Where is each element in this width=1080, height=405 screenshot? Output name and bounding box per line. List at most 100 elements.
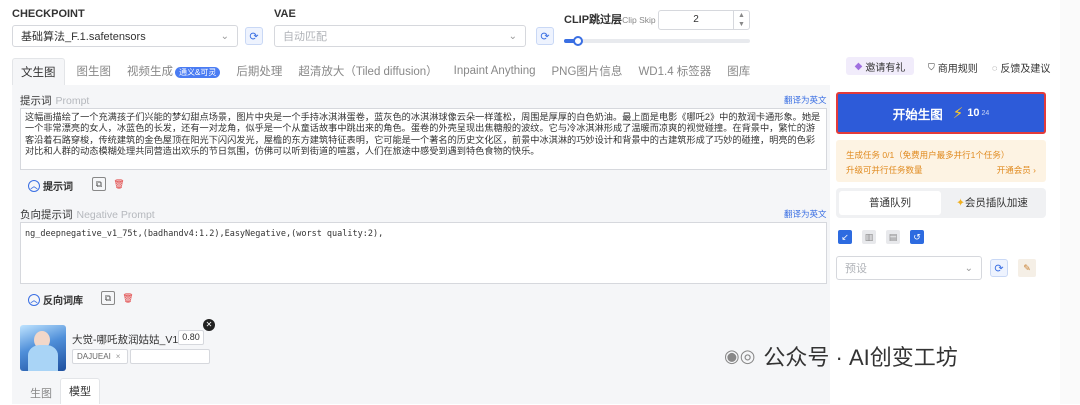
copy-icon[interactable]: ⧉ xyxy=(92,177,106,191)
tab-postprocess[interactable]: 后期处理 xyxy=(236,63,282,79)
clip-label: CLIP跳过层Clip Skip xyxy=(564,11,656,27)
clip-skip-stepper[interactable]: 2 ▲ ▼ xyxy=(658,10,750,30)
preset-refresh-button[interactable]: ⟳ xyxy=(990,259,1008,277)
preset-select[interactable]: 预设 ⌄ xyxy=(836,256,982,280)
feedback-label: 反馈及建议 xyxy=(1000,64,1051,75)
lora-name: 大觉-哪吒敖润姑姑_V1 xyxy=(72,334,179,346)
task-status-text: 生成任务 0/1（免费用户最多并行1个任务） xyxy=(846,150,1010,160)
clip-label-sub: Clip Skip xyxy=(622,15,656,25)
tab-upscale[interactable]: 超清放大（Tiled diffusion） xyxy=(298,63,437,79)
tab-inpaint[interactable]: Inpaint Anything xyxy=(454,65,536,77)
trash-icon[interactable]: 🗑 xyxy=(121,291,135,305)
clipboard-icon[interactable]: ▤ xyxy=(886,230,900,244)
lora-tag-input[interactable] xyxy=(130,349,210,364)
vae-placeholder: 自动匹配 xyxy=(283,31,327,43)
checkpoint-refresh-button[interactable]: ⟳ xyxy=(245,27,263,45)
prompt-textarea[interactable]: 这幅画描绘了一个充满孩子们兴能的梦幻甜点场景，图片中央是一个手持冰淇淋蛋卷，蓝灰… xyxy=(20,108,827,170)
chevron-down-icon: ⌄ xyxy=(964,262,973,274)
task-upgrade-text: 升级可并行任务数量 xyxy=(846,165,923,175)
stepper-arrows[interactable]: ▲ ▼ xyxy=(733,11,749,29)
vae-label: VAE xyxy=(274,8,296,20)
negative-title-sub: Negative Prompt xyxy=(76,209,155,221)
clip-slider-handle[interactable] xyxy=(573,36,584,46)
wechat-icon: ◉◎ xyxy=(724,345,756,366)
prompt-title-sub: Prompt xyxy=(55,95,90,107)
refresh-icon: ⟳ xyxy=(540,30,550,43)
negative-library-label: 反向词库 xyxy=(43,296,83,307)
trash-icon[interactable]: 🗑 xyxy=(112,177,126,191)
chevron-down-icon: ⌄ xyxy=(220,30,229,42)
prompt-library-button[interactable]: ︿ 提示词 xyxy=(28,178,73,193)
chevron-down-icon: ⌄ xyxy=(508,30,517,42)
queue-vip-label: 会员插队加速 xyxy=(964,197,1028,209)
prompt-title-text: 提示词 xyxy=(20,95,52,107)
tab-wd14[interactable]: WD1.4 标签器 xyxy=(638,63,711,79)
tab-video-badge: 通义&可灵 xyxy=(175,67,221,78)
feedback-link[interactable]: ◌ 反馈及建议 xyxy=(992,60,1051,76)
generate-cost: 10 xyxy=(967,107,980,119)
generate-cost-sub: 24 xyxy=(981,109,990,117)
shield-icon: ⛉ xyxy=(928,62,935,72)
lora-tag-text: DAJUEAI xyxy=(77,352,111,361)
vae-select[interactable]: 自动匹配 ⌄ xyxy=(274,25,526,47)
clip-skip-value: 2 xyxy=(693,14,699,25)
lightning-icon: ⚡ xyxy=(952,105,964,122)
bottom-tab-generate[interactable]: 生图 xyxy=(30,385,52,401)
prompt-title: 提示词 Prompt xyxy=(20,93,89,108)
tab-png-info[interactable]: PNG图片信息 xyxy=(552,63,623,79)
prompt-translate-link[interactable]: 翻译为英文 xyxy=(784,94,827,106)
tab-txt2img[interactable]: 文生图 xyxy=(12,57,65,85)
arrow-left-icon[interactable]: ↙ xyxy=(838,230,852,244)
clip-skip-slider[interactable] xyxy=(564,36,750,46)
crown-icon: ✦ xyxy=(956,197,965,209)
queue-normal-option[interactable]: 普通队列 xyxy=(839,191,941,215)
chevron-up-icon: ︿ xyxy=(28,179,40,192)
tab-video[interactable]: 视频生成 通义&可灵 xyxy=(127,63,221,79)
figure-body xyxy=(28,345,58,371)
edit-icon[interactable]: ✎ xyxy=(1018,259,1036,277)
scrollbar-track[interactable] xyxy=(1060,0,1080,404)
refresh-icon: ⟳ xyxy=(249,30,259,43)
rules-label: 商用规则 xyxy=(937,64,978,75)
invite-label: 邀请有礼 xyxy=(865,62,906,74)
watermark-text: 公众号 · AI创变工坊 xyxy=(763,345,958,370)
negative-translate-link[interactable]: 翻译为英文 xyxy=(784,208,827,220)
queue-toggle: 普通队列 ✦会员插队加速 xyxy=(836,188,1046,218)
queue-vip-option[interactable]: ✦会员插队加速 xyxy=(941,191,1043,215)
refresh-icon: ⟳ xyxy=(994,262,1004,275)
generate-label: 开始生图 xyxy=(892,107,943,122)
chevron-up-icon: ︿ xyxy=(28,293,40,306)
task-info-panel: 生成任务 0/1（免费用户最多并行1个任务） 升级可并行任务数量 开通会员 › xyxy=(836,140,1046,182)
tab-img2img[interactable]: 图生图 xyxy=(77,63,112,79)
main-tabs: 文生图 图生图 视频生成 通义&可灵 后期处理 超清放大（Tiled diffus… xyxy=(12,57,812,85)
negative-library-button[interactable]: ︿ 反向词库 xyxy=(28,292,83,307)
remove-lora-icon[interactable]: ✕ xyxy=(203,319,215,331)
negative-title-text: 负向提示词 xyxy=(20,209,73,221)
checkpoint-label: CHECKPOINT xyxy=(12,8,85,20)
lora-thumbnail[interactable] xyxy=(20,325,66,371)
close-icon[interactable]: × xyxy=(116,352,121,361)
copy-icon[interactable]: ⧉ xyxy=(101,291,115,305)
invite-button[interactable]: ◆ 邀请有礼 xyxy=(846,57,914,75)
preset-placeholder: 预设 xyxy=(845,263,867,275)
negative-title: 负向提示词 Negative Prompt xyxy=(20,207,155,222)
watermark: ◉◎ 公众号 · AI创变工坊 xyxy=(724,340,958,372)
gift-icon: ◆ xyxy=(854,60,863,72)
vae-refresh-button[interactable]: ⟳ xyxy=(536,27,554,45)
negative-textarea[interactable]: ng_deepnegative_v1_75t,(badhandv4:1.2),E… xyxy=(20,222,827,284)
tab-video-label: 视频生成 xyxy=(127,66,173,78)
upgrade-member-link[interactable]: 开通会员 › xyxy=(997,164,1036,176)
checkpoint-value: 基础算法_F.1.safetensors xyxy=(21,31,146,43)
checkpoint-select[interactable]: 基础算法_F.1.safetensors ⌄ xyxy=(12,25,238,47)
bottom-tab-model[interactable]: 模型 xyxy=(60,378,100,404)
lora-tag: DAJUEAI × xyxy=(72,349,128,364)
clip-label-text: CLIP跳过层 xyxy=(564,14,623,26)
prompt-library-label: 提示词 xyxy=(43,182,73,193)
tab-gallery[interactable]: 图库 xyxy=(727,63,750,79)
lora-weight-input[interactable]: 0.80 xyxy=(178,330,204,345)
undo-icon[interactable]: ↺ xyxy=(910,230,924,244)
commercial-rules-link[interactable]: ⛉ 商用规则 xyxy=(928,60,978,75)
trash-icon[interactable]: ▥ xyxy=(862,230,876,244)
chat-icon: ◌ xyxy=(992,62,998,73)
generate-button[interactable]: 开始生图 ⚡ 10 24 xyxy=(836,92,1046,134)
